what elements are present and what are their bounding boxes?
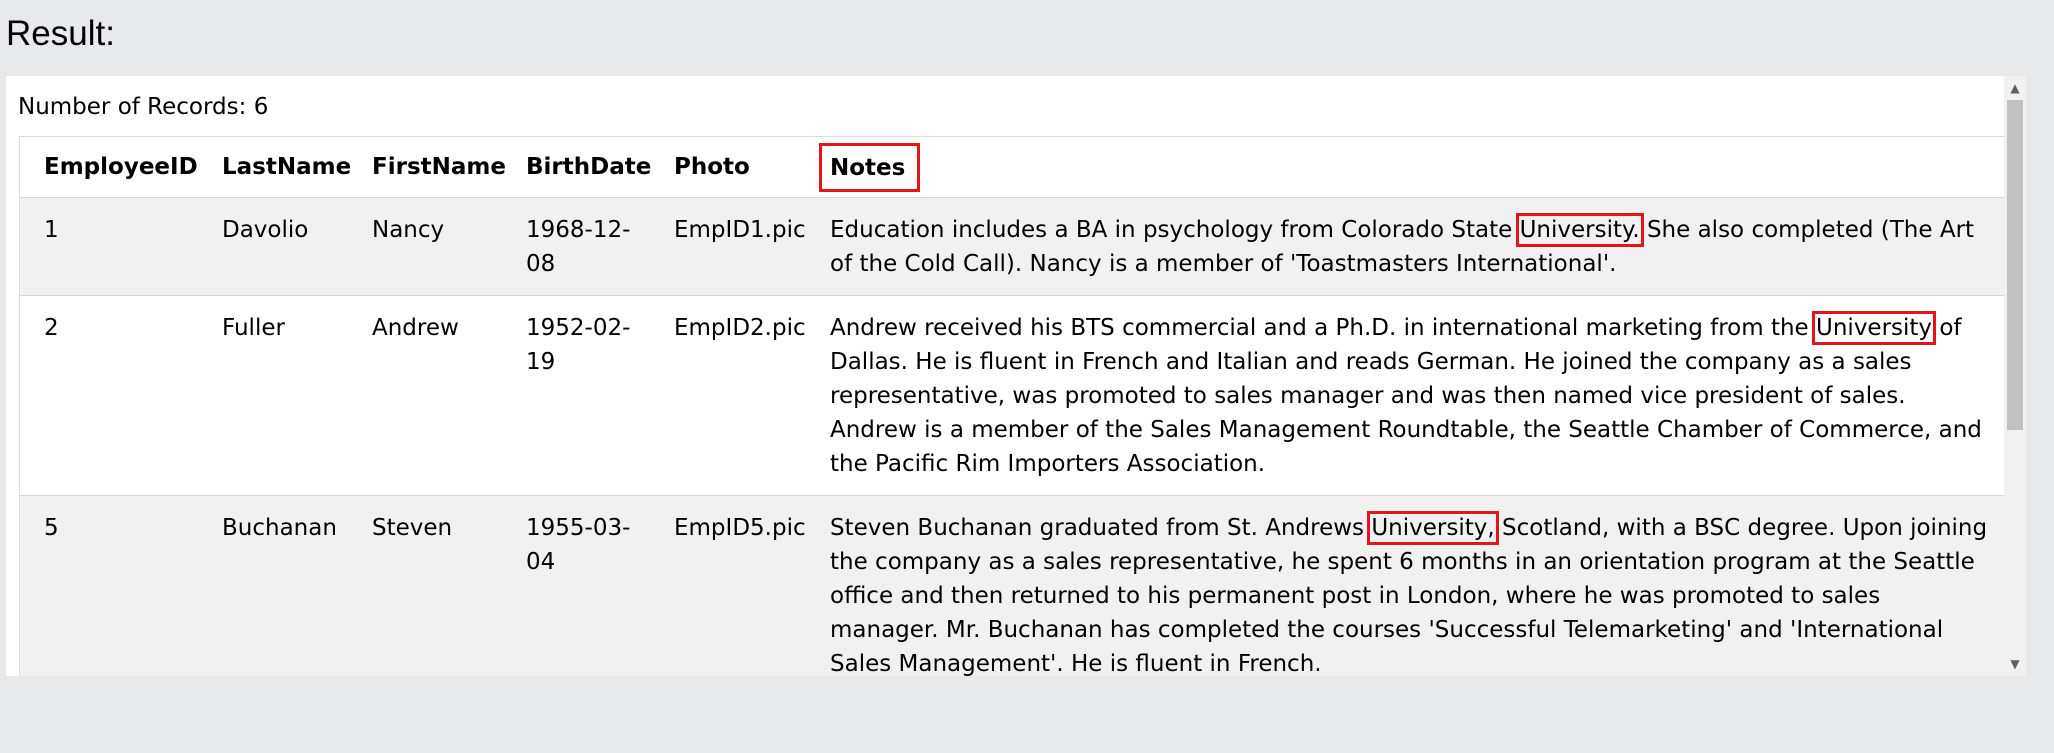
cell-firstname: Nancy <box>372 217 445 243</box>
cell-firstname: Steven <box>372 515 453 541</box>
highlighted-match: University. <box>1515 213 1644 247</box>
cell-notes: Andrew received his BTS commercial and a… <box>806 296 2005 496</box>
column-header-lastname[interactable]: LastName <box>198 137 351 198</box>
column-header-firstname[interactable]: FirstName <box>348 137 506 198</box>
column-header-birthdate[interactable]: BirthDate <box>502 137 651 198</box>
highlighted-match: University, <box>1367 511 1499 545</box>
results-table: EmployeeID LastName FirstName BirthDate … <box>20 137 2005 676</box>
column-header-notes[interactable]: Notes <box>806 137 2005 198</box>
table-row: 5 Buchanan Steven 1955-03-04 EmpID5.pic … <box>20 495 2005 676</box>
cell-birthdate: 1968-12-08 <box>526 217 631 277</box>
cell-firstname: Andrew <box>372 315 459 341</box>
cell-lastname: Fuller <box>222 315 285 341</box>
notes-text: Steven Buchanan graduated from St. Andre… <box>830 515 1372 541</box>
result-panel: Number of Records: 6 EmployeeID LastName… <box>6 76 2026 676</box>
scrollbar-thumb[interactable] <box>2007 100 2023 430</box>
table-header-row: EmployeeID LastName FirstName BirthDate … <box>20 137 2005 198</box>
cell-photo: EmpID1.pic <box>674 217 806 243</box>
table-row: 1 Davolio Nancy 1968-12-08 EmpID1.pic Ed… <box>20 197 2005 296</box>
column-header-employeeid[interactable]: EmployeeID <box>20 137 198 198</box>
notes-text: Education includes a BA in psychology fr… <box>830 217 1520 243</box>
scroll-up-arrow-icon[interactable]: ▲ <box>2004 78 2026 98</box>
cell-birthdate: 1952-02-19 <box>526 315 631 375</box>
cell-photo: EmpID5.pic <box>674 515 806 541</box>
cell-lastname: Davolio <box>222 217 309 243</box>
records-count: Number of Records: 6 <box>18 94 269 120</box>
notes-text: Andrew received his BTS commercial and a… <box>830 315 1817 341</box>
cell-photo: EmpID2.pic <box>674 315 806 341</box>
cell-employeeid: 5 <box>44 515 59 541</box>
highlighted-match: University <box>1812 311 1937 345</box>
notes-header-highlight: Notes <box>819 142 921 192</box>
cell-employeeid: 1 <box>44 217 59 243</box>
cell-employeeid: 2 <box>44 315 59 341</box>
column-header-photo[interactable]: Photo <box>650 137 806 198</box>
cell-notes: Education includes a BA in psychology fr… <box>806 198 2005 296</box>
vertical-scrollbar[interactable]: ▲ ▼ <box>2004 76 2026 676</box>
scroll-down-arrow-icon[interactable]: ▼ <box>2004 654 2026 674</box>
cell-notes: Steven Buchanan graduated from St. Andre… <box>806 496 2005 676</box>
cell-birthdate: 1955-03-04 <box>526 515 631 575</box>
cell-lastname: Buchanan <box>222 515 337 541</box>
results-table-container: EmployeeID LastName FirstName BirthDate … <box>19 136 2006 676</box>
page-title: Result: <box>6 14 115 53</box>
table-row: 2 Fuller Andrew 1952-02-19 EmpID2.pic An… <box>20 295 2005 496</box>
